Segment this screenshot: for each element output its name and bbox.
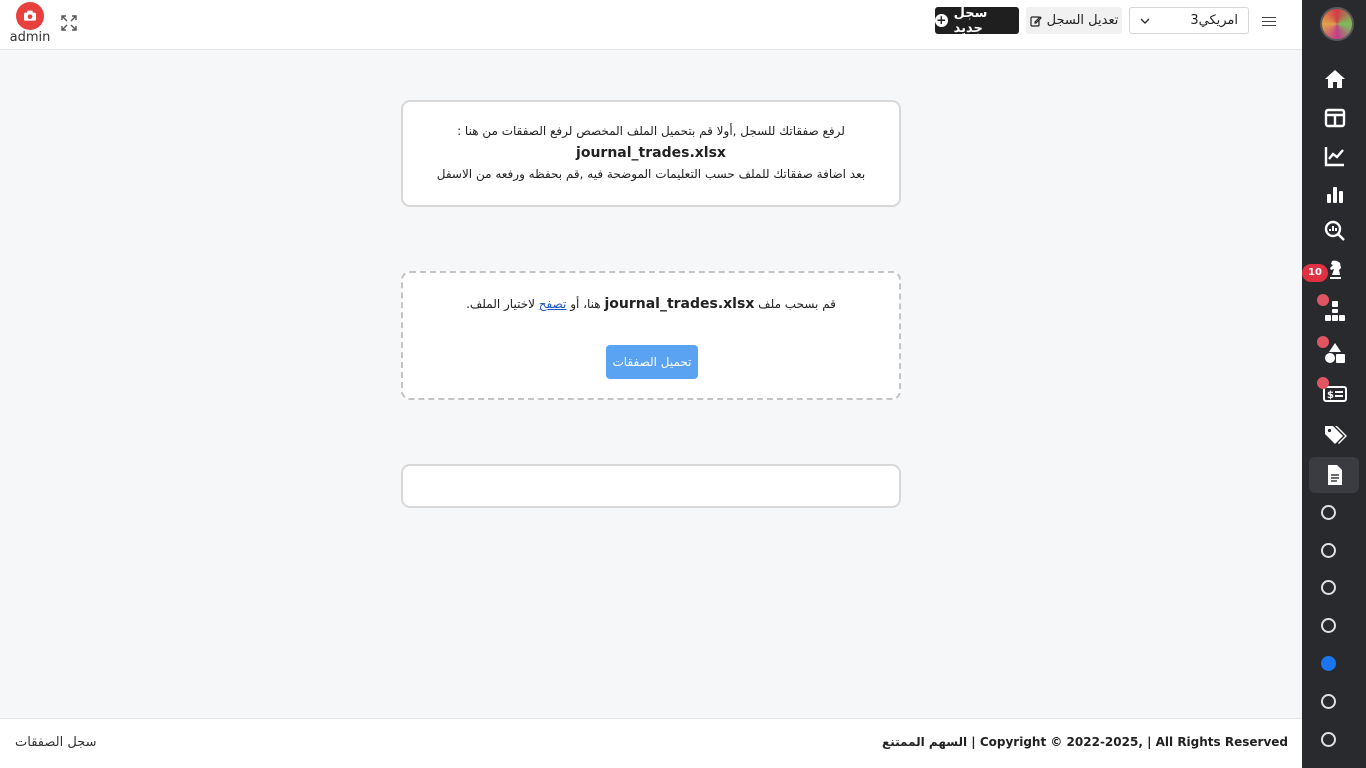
sidebar: $: [1302, 0, 1366, 768]
top-bar: admin + سجل جديد تعديل السجل امريكي3: [0, 0, 1302, 50]
line-chart-icon[interactable]: [1322, 143, 1348, 169]
browse-link[interactable]: تصفح: [539, 297, 567, 311]
notification-dot: [1317, 336, 1329, 348]
template-file-link[interactable]: journal_trades.xlsx: [403, 145, 899, 161]
menu-toggle-icon[interactable]: [1262, 14, 1276, 28]
fullscreen-icon[interactable]: [60, 14, 78, 32]
sidebar-subitem[interactable]: [1321, 732, 1336, 747]
user-menu[interactable]: admin: [8, 2, 52, 45]
upload-result-panel: [401, 464, 901, 508]
search-analytics-icon[interactable]: [1322, 218, 1348, 244]
edit-journal-button[interactable]: تعديل السجل: [1026, 7, 1122, 34]
document-icon[interactable]: [1322, 462, 1348, 488]
dropzone-text-before: قم بسحب ملف: [758, 297, 836, 311]
sidebar-subitem[interactable]: [1321, 580, 1336, 595]
notification-dot: [1317, 294, 1329, 306]
instructions-line: بعد اضافة صفقاتك للملف حسب التعليمات الم…: [436, 167, 866, 181]
sidebar-subitem[interactable]: [1321, 618, 1336, 633]
camera-icon: [16, 2, 44, 30]
dropzone-filename: journal_trades.xlsx: [604, 296, 755, 312]
home-icon[interactable]: [1322, 66, 1348, 92]
footer-page-link[interactable]: سجل الصفقات: [15, 735, 96, 750]
dropzone-text-after: لاختيار الملف.: [466, 297, 535, 311]
sidebar-subitem[interactable]: [1321, 543, 1336, 558]
account-select[interactable]: امريكي3: [1129, 7, 1249, 34]
chevron-down-icon: [1140, 18, 1150, 24]
notification-dot: [1317, 377, 1329, 389]
brand-logo[interactable]: [1320, 7, 1354, 41]
edit-journal-label: تعديل السجل: [1046, 13, 1119, 28]
new-journal-button[interactable]: + سجل جديد: [935, 5, 1019, 36]
notification-badge: 10: [1302, 264, 1328, 282]
plus-circle-icon: +: [935, 13, 948, 27]
svg-text:$: $: [1327, 390, 1334, 401]
instructions-line: لرفع صفقاتك للسجل ,أولا قم بتحميل الملف …: [457, 124, 845, 138]
bar-chart-icon[interactable]: [1322, 181, 1348, 207]
user-label: admin: [9, 30, 51, 45]
tags-icon[interactable]: [1322, 422, 1348, 448]
sidebar-subitem[interactable]: [1321, 505, 1336, 520]
new-journal-label: سجل جديد: [953, 5, 988, 36]
layout-icon[interactable]: [1322, 105, 1348, 131]
account-select-value: امريكي3: [1190, 13, 1238, 28]
sidebar-subitem[interactable]: [1321, 694, 1336, 709]
upload-trades-button[interactable]: تحميل الصفقات: [606, 345, 698, 379]
dropzone-text-middle: هنا، أو: [570, 297, 601, 311]
footer-copyright: السهم الممتنع | Copyright © 2022-2025, |…: [882, 735, 1288, 749]
dropzone-text: قم بسحب ملف journal_trades.xlsx هنا، أو …: [403, 296, 899, 312]
footer: سجل الصفقات السهم الممتنع | Copyright © …: [0, 718, 1302, 768]
sidebar-subitem-active[interactable]: [1321, 656, 1336, 671]
instructions-card: لرفع صفقاتك للسجل ,أولا قم بتحميل الملف …: [401, 100, 901, 207]
edit-icon: [1030, 15, 1042, 27]
file-dropzone[interactable]: قم بسحب ملف journal_trades.xlsx هنا، أو …: [401, 271, 901, 400]
